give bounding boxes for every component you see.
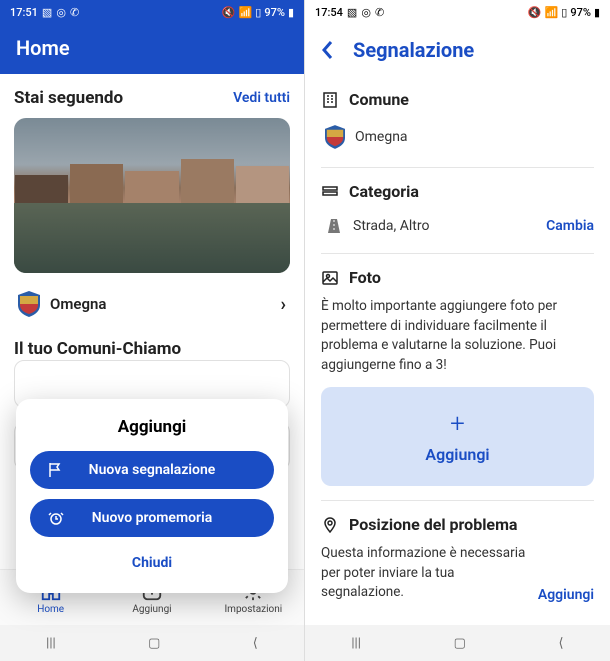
battery-icon: ▮ <box>288 6 294 19</box>
battery-pct: 97% <box>264 6 285 19</box>
nav-home-label: Home <box>37 604 64 615</box>
new-reminder-label: Nuovo promemoria <box>92 510 212 526</box>
instagram-icon: ◎ <box>56 6 66 19</box>
close-button[interactable]: Chiudi <box>30 547 274 579</box>
city-name: Omegna <box>50 295 271 313</box>
new-reminder-button[interactable]: Nuovo promemoria <box>30 499 274 537</box>
page-title: Home <box>16 36 288 60</box>
status-bar: 17:54 ▧ ◎ ✆ 🔇 📶 ▯ 97% ▮ <box>305 0 610 24</box>
city-photo[interactable] <box>14 118 290 273</box>
home-button[interactable]: ▢ <box>454 636 466 651</box>
chevron-right-icon: › <box>281 294 286 315</box>
nav-add-label: Aggiungi <box>132 604 171 615</box>
comune-row: Omegna <box>321 119 594 161</box>
instagram-icon: ◎ <box>361 6 371 19</box>
gallery-icon: ▧ <box>347 6 357 19</box>
wifi-icon: 📶 <box>239 6 253 19</box>
category-icon <box>321 183 339 201</box>
whatsapp-icon: ✆ <box>70 6 79 19</box>
system-nav: ||| ▢ ⟨ <box>0 625 304 661</box>
flag-icon <box>48 462 64 478</box>
location-icon <box>321 516 339 534</box>
signal-icon: ▯ <box>561 6 567 19</box>
signal-icon: ▯ <box>255 6 261 19</box>
add-photo-button[interactable]: + Aggiungi <box>321 387 594 486</box>
add-position-link[interactable]: Aggiungi <box>538 587 594 603</box>
new-report-label: Nuova segnalazione <box>89 462 216 478</box>
modal-title: Aggiungi <box>30 417 274 437</box>
back-button[interactable]: ⟨ <box>559 636 564 651</box>
home-screen: 17:51 ▧ ◎ ✆ 🔇 📶 ▯ 97% ▮ Home Stai seguen… <box>0 0 305 661</box>
report-screen: 17:54 ▧ ◎ ✆ 🔇 📶 ▯ 97% ▮ Segnalazione Com… <box>305 0 610 661</box>
recents-button[interactable]: ||| <box>46 636 56 651</box>
back-chevron-icon[interactable] <box>321 40 335 60</box>
add-photo-label: Aggiungi <box>425 445 489 464</box>
alarm-icon <box>48 510 64 526</box>
road-icon <box>325 217 343 235</box>
detail-header-bar: Segnalazione <box>305 24 610 76</box>
mute-icon: 🔇 <box>222 6 236 19</box>
add-modal: Aggiungi Nuova segnalazione Nuovo promem… <box>16 399 288 593</box>
system-nav: ||| ▢ ⟨ <box>305 625 610 661</box>
status-time: 17:54 <box>315 6 343 19</box>
page-title: Segnalazione <box>353 38 474 62</box>
building-icon <box>321 91 339 109</box>
change-category-link[interactable]: Cambia <box>546 218 594 234</box>
posizione-description: Questa informazione è necessaria per pot… <box>321 544 528 603</box>
battery-pct: 97% <box>570 6 591 19</box>
categoria-value: Strada, Altro <box>353 218 536 234</box>
foto-label: Foto <box>349 268 381 287</box>
categoria-row: Strada, Altro Cambia <box>321 211 594 247</box>
categoria-label: Categoria <box>349 182 419 201</box>
home-button[interactable]: ▢ <box>148 636 160 651</box>
mute-icon: 🔇 <box>528 6 542 19</box>
comune-value: Omegna <box>355 129 594 145</box>
city-shield-icon <box>18 291 40 317</box>
see-all-link[interactable]: Vedi tutti <box>233 90 290 106</box>
posizione-label: Posizione del problema <box>349 515 518 534</box>
recents-button[interactable]: ||| <box>351 636 361 651</box>
status-time: 17:51 <box>10 6 38 19</box>
whatsapp-icon: ✆ <box>375 6 384 19</box>
photo-icon <box>321 269 339 287</box>
city-row[interactable]: Omegna › <box>14 283 290 325</box>
your-comuni-title: Il tuo Comuni-Chiamo <box>14 339 290 359</box>
following-title: Stai seguendo <box>14 88 123 108</box>
city-shield-icon <box>325 125 345 149</box>
foto-description: È molto importante aggiungere foto per p… <box>321 297 594 375</box>
status-bar: 17:51 ▧ ◎ ✆ 🔇 📶 ▯ 97% ▮ <box>0 0 304 24</box>
back-button[interactable]: ⟨ <box>253 636 258 651</box>
gallery-icon: ▧ <box>42 6 52 19</box>
nav-settings-label: Impostazioni <box>224 604 282 615</box>
app-header: Home <box>0 24 304 74</box>
new-report-button[interactable]: Nuova segnalazione <box>30 451 274 489</box>
battery-icon: ▮ <box>594 6 600 19</box>
plus-icon: + <box>450 409 465 439</box>
detail-content: Comune Omegna Categoria Strada, Altro Ca… <box>305 76 610 603</box>
comune-label: Comune <box>349 90 409 109</box>
wifi-icon: 📶 <box>545 6 559 19</box>
